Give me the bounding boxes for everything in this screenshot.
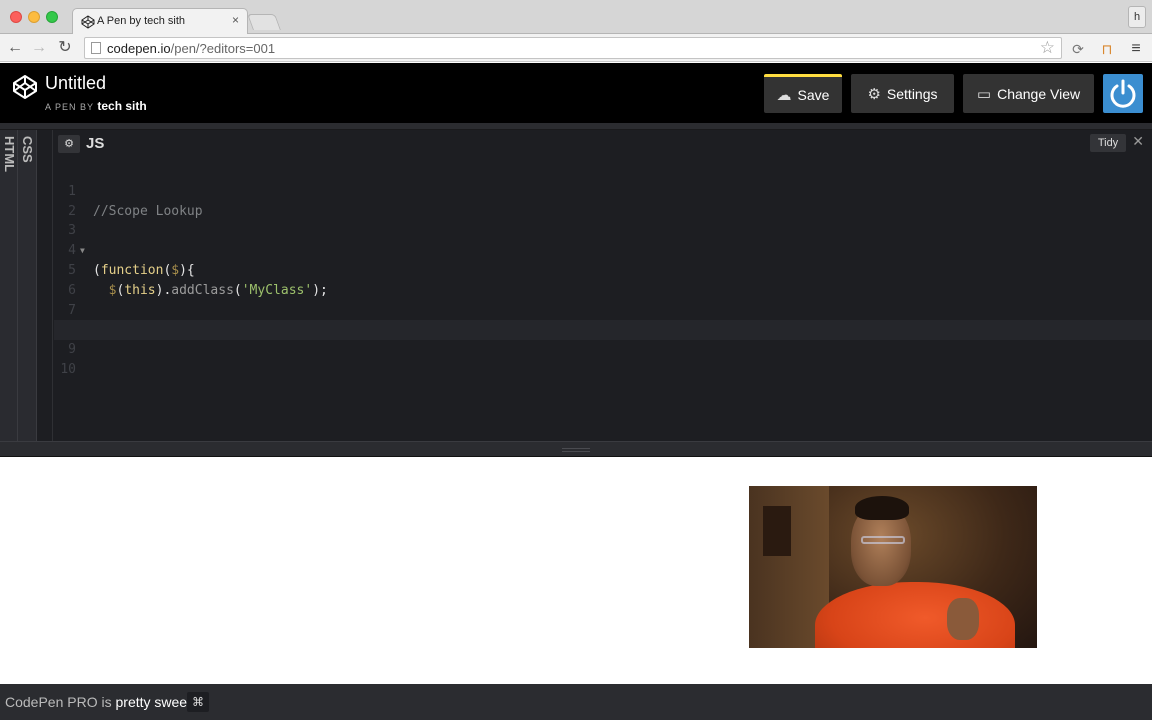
power-icon: [1110, 79, 1136, 108]
panel-gap: [37, 130, 53, 441]
browser-menu-icon[interactable]: ≡: [1128, 41, 1144, 57]
html-panel-label[interactable]: HTML: [2, 136, 17, 172]
extension-sync-icon[interactable]: ⟳: [1070, 41, 1086, 57]
preview-pane: [0, 457, 1152, 684]
js-settings-gear-icon[interactable]: ⚙: [58, 135, 80, 153]
pro-promo-text[interactable]: CodePen PRO is pretty sweet.: [5, 694, 195, 710]
back-arrow-icon[interactable]: ←: [6, 39, 24, 57]
user-menu-button[interactable]: [1103, 74, 1143, 113]
code-line-active: 9: [54, 320, 1152, 357]
line-number: 10: [60, 361, 76, 377]
js-panel-header: ⚙ JS Tidy ✕: [54, 130, 1152, 158]
tab-title: A Pen by tech sith: [97, 15, 186, 27]
header-divider: [0, 123, 1152, 130]
address-bar-row: ← → ↻ codepen.io/pen/?editors=001 ☆ ⟳ ⊓ …: [0, 34, 1152, 62]
byline-prefix: A PEN BY: [45, 102, 94, 112]
change-view-button[interactable]: ▭ Change View: [963, 74, 1094, 113]
pen-byline: A PEN BY tech sith: [45, 99, 147, 113]
code-line: 4: [54, 221, 1152, 258]
reload-icon[interactable]: ↻: [56, 39, 74, 57]
editor-preview-resizer[interactable]: [0, 441, 1152, 457]
extension-ruler-icon[interactable]: ⊓: [1099, 41, 1115, 57]
browser-tab-bar: A Pen by tech sith × h: [0, 0, 1152, 34]
codepen-logo-icon[interactable]: [12, 74, 38, 100]
url-path: /pen/?editors=001: [170, 41, 276, 56]
layout-icon: ▭: [976, 85, 992, 103]
code-line: 10: [54, 340, 1152, 377]
change-view-label: Change View: [997, 85, 1081, 102]
codepen-header: Untitled A PEN BY tech sith ☁ Save ⚙ Set…: [0, 63, 1152, 123]
promo-prefix: CodePen PRO is: [5, 694, 112, 710]
close-panel-icon[interactable]: ✕: [1132, 133, 1144, 150]
browser-tab[interactable]: A Pen by tech sith ×: [72, 8, 248, 34]
js-editor-panel: ⚙ JS Tidy ✕ 1 //Scope Lookup 2 3 ▼ (func…: [54, 130, 1152, 441]
code-line: 3 ▼ (function($){: [54, 202, 1152, 278]
code-line: 6: [54, 261, 1152, 298]
author-link[interactable]: tech sith: [97, 99, 146, 113]
webcam-overlay: [749, 486, 1037, 648]
tidy-button[interactable]: Tidy: [1090, 134, 1126, 152]
pen-title[interactable]: Untitled: [45, 73, 106, 94]
cloud-icon: ☁: [776, 87, 792, 104]
code-line: 1 //Scope Lookup: [54, 162, 1152, 219]
new-tab-button[interactable]: [247, 14, 281, 30]
codepen-favicon-icon: [81, 15, 95, 29]
resize-grip-icon: [562, 448, 590, 452]
url-domain: codepen.io: [107, 41, 171, 56]
maximize-window-button[interactable]: [46, 11, 58, 23]
settings-button[interactable]: ⚙ Settings: [851, 74, 954, 113]
settings-label: Settings: [886, 85, 938, 102]
close-window-button[interactable]: [10, 11, 22, 23]
bookmark-star-icon[interactable]: ☆: [1040, 38, 1055, 58]
tab-close-icon[interactable]: ×: [232, 13, 239, 27]
save-button[interactable]: ☁ Save: [764, 74, 842, 113]
page-icon: [91, 42, 101, 54]
js-panel-title: JS: [86, 135, 105, 152]
minimize-window-button[interactable]: [28, 11, 40, 23]
profile-button[interactable]: h: [1128, 6, 1146, 28]
css-panel-label[interactable]: CSS: [20, 136, 35, 163]
url-input[interactable]: codepen.io/pen/?editors=001 ☆: [84, 37, 1062, 59]
html-panel-collapsed[interactable]: HTML: [0, 130, 18, 441]
gear-icon: ⚙: [867, 85, 881, 103]
url-text: codepen.io/pen/?editors=001: [107, 41, 275, 56]
code-editor[interactable]: 1 //Scope Lookup 2 3 ▼ (function($){ 4 5…: [54, 162, 1152, 377]
promo-highlight: pretty sweet.: [115, 694, 195, 710]
code-line: 5 $(this).addClass('MyClass');: [54, 241, 1152, 298]
keyboard-shortcuts-button[interactable]: ⌘: [187, 692, 209, 712]
code-line: 7 })(window.JQuery);: [54, 281, 1152, 338]
codepen-footer: CodePen PRO is pretty sweet. ⌘: [0, 684, 1152, 720]
code-line: 2: [54, 182, 1152, 219]
save-label: Save: [797, 87, 830, 103]
css-panel-collapsed[interactable]: CSS: [18, 130, 37, 441]
forward-arrow-icon[interactable]: →: [30, 39, 48, 57]
code-line: 8: [54, 301, 1152, 337]
editor-area: HTML CSS ⚙ JS Tidy ✕ 1 //Scope Lookup 2 …: [0, 130, 1152, 441]
